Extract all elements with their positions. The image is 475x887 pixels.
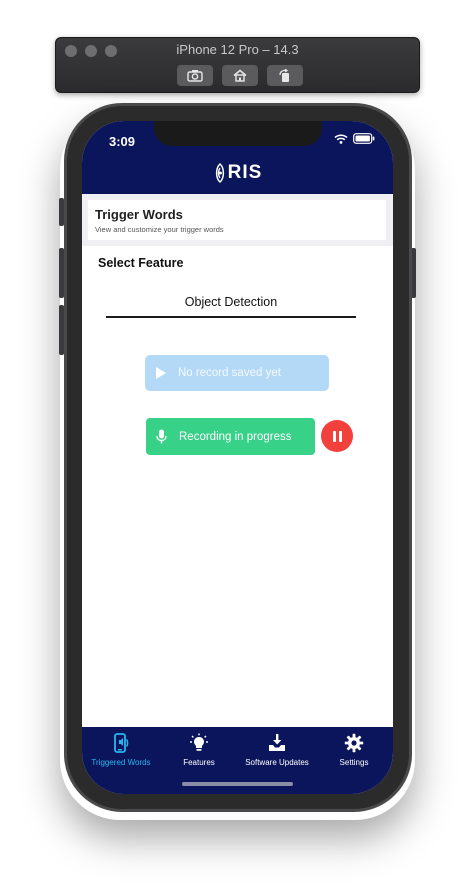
rotate-button[interactable] <box>267 65 303 86</box>
gear-icon <box>344 733 364 753</box>
status-time: 3:09 <box>109 134 136 149</box>
tab-label: Settings <box>339 758 369 767</box>
page-title: Trigger Words <box>95 207 183 222</box>
tab-bar: Triggered Words Features Software Update… <box>82 727 393 794</box>
eye-logo-icon <box>215 163 224 183</box>
phone-audio-icon <box>111 733 131 753</box>
pause-icon <box>332 430 342 442</box>
record-button[interactable]: Recording in progress <box>146 418 315 455</box>
feature-picker[interactable]: Object Detection <box>106 289 356 318</box>
screenshot-button[interactable] <box>177 65 213 86</box>
app-logo: RIS <box>82 162 393 184</box>
rotate-icon <box>279 68 289 82</box>
home-button[interactable] <box>222 65 258 86</box>
page-header-card: Trigger Words View and customize your tr… <box>88 200 386 240</box>
home-icon <box>233 69 247 82</box>
logo-text: RIS <box>227 162 263 183</box>
battery-icon <box>353 133 375 144</box>
lightbulb-icon <box>189 733 209 753</box>
download-icon <box>267 733 287 753</box>
microphone-icon <box>156 429 168 444</box>
camera-icon <box>187 70 203 82</box>
tab-triggered-words[interactable]: Triggered Words <box>82 733 160 769</box>
simulator-title: iPhone 12 Pro – 14.3 <box>176 42 299 57</box>
tab-label: Features <box>183 758 215 767</box>
record-button-label: Recording in progress <box>179 430 292 443</box>
play-button-label: No record saved yet <box>178 367 281 379</box>
home-indicator <box>182 782 293 786</box>
phone-notch <box>154 121 322 146</box>
tab-label: Triggered Words <box>91 758 151 767</box>
page-subtitle: View and customize your trigger words <box>95 225 224 234</box>
select-feature-label: Select Feature <box>98 256 184 270</box>
status-icons <box>334 133 375 144</box>
tab-software-updates[interactable]: Software Updates <box>238 733 316 769</box>
pause-recording-button[interactable] <box>321 420 353 452</box>
phone-screen: 3:09 RIS Trigger Words View and customiz… <box>82 121 393 794</box>
play-icon <box>155 366 167 380</box>
simulator-toolbar: iPhone 12 Pro – 14.3 <box>55 37 420 93</box>
tab-settings[interactable]: Settings <box>315 733 393 769</box>
tab-label: Software Updates <box>245 758 309 767</box>
page-header-area: Trigger Words View and customize your tr… <box>82 194 393 246</box>
wifi-icon <box>334 133 348 144</box>
play-recording-button[interactable]: No record saved yet <box>145 355 329 391</box>
tab-features[interactable]: Features <box>160 733 238 769</box>
